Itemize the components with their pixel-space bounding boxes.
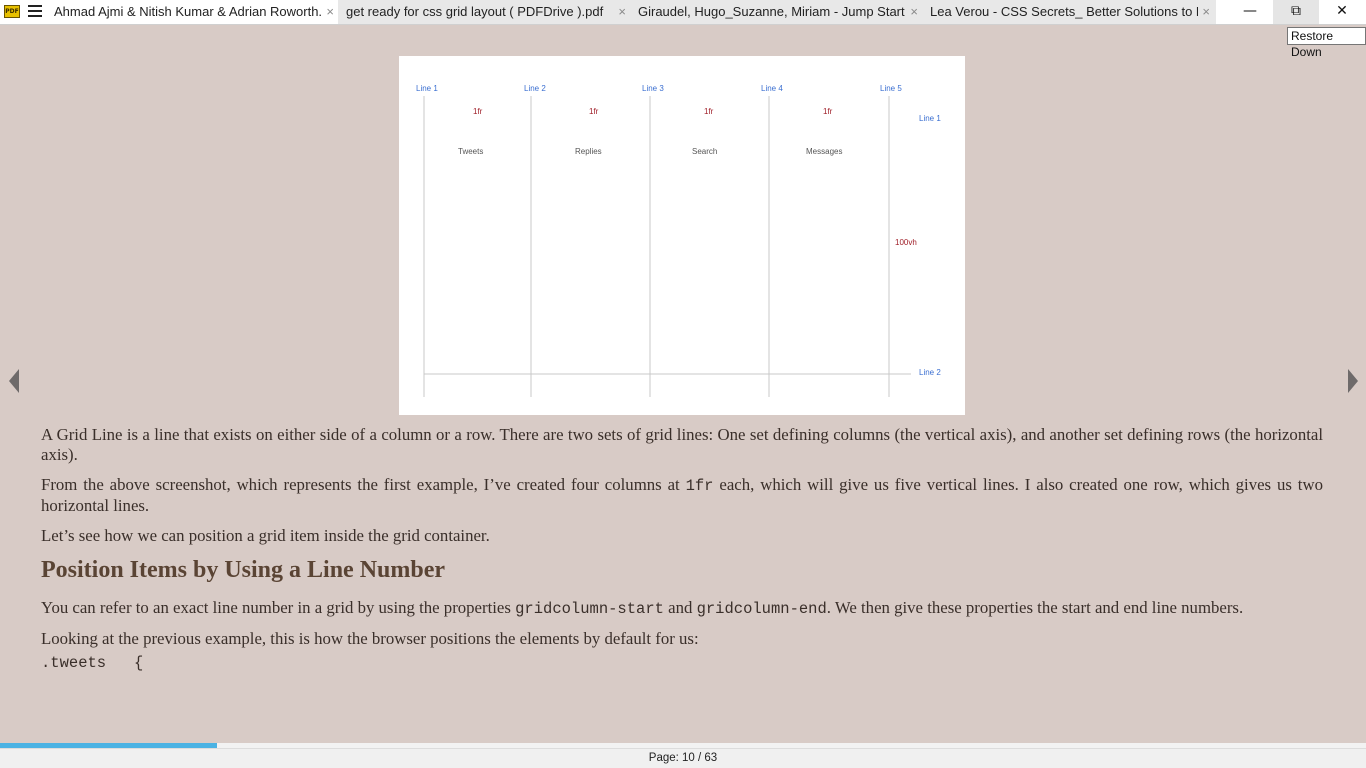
row-line-label: Line 2	[919, 368, 941, 377]
fr-size-label: 1fr	[823, 107, 833, 116]
restore-down-tooltip: Restore Down	[1287, 27, 1366, 59]
restore-down-button[interactable]: ⧉	[1273, 0, 1319, 24]
column-line-label: Line 3	[642, 84, 664, 93]
tab-label: Ahmad Ajmi & Nitish Kumar & Adrian Rowor…	[54, 4, 322, 19]
grid-item-label: Search	[692, 147, 717, 156]
previous-page-arrow-icon[interactable]	[7, 369, 21, 393]
inline-code-1fr: 1fr	[685, 477, 714, 495]
fr-size-label: 1fr	[589, 107, 599, 116]
status-bar: Page: 10 / 63	[0, 748, 1366, 768]
hamburger-menu-icon[interactable]	[28, 5, 42, 19]
paragraph-previous-example: Looking at the previous example, this is…	[41, 629, 699, 648]
tab-css-secrets[interactable]: Lea Verou - CSS Secrets_ Better Solution…	[922, 0, 1216, 24]
paragraph-grid-line-definition: A Grid Line is a line that exists on eit…	[41, 425, 1323, 464]
inline-code-gridcolumn-start: gridcolumn-start	[515, 600, 664, 618]
row-size-label: 100vh	[895, 238, 917, 247]
tab-label: Giraudel, Hugo_Suzanne, Miriam - Jump St…	[638, 4, 906, 19]
row-line-label: Line 1	[919, 114, 941, 123]
tab-close-icon[interactable]: ×	[618, 0, 626, 24]
tab-label: get ready for css grid layout ( PDFDrive…	[346, 4, 604, 19]
paragraph-screenshot-explanation: From the above screenshot, which represe…	[41, 475, 1323, 515]
paragraph-line-number: You can refer to an exact line number in…	[41, 598, 1244, 618]
tab-close-icon[interactable]: ×	[326, 0, 334, 24]
grid-item-label: Tweets	[458, 147, 483, 156]
tab-label: Lea Verou - CSS Secrets_ Better Solution…	[930, 4, 1198, 19]
fr-size-label: 1fr	[473, 107, 483, 116]
tab-bar: PDF Ahmad Ajmi & Nitish Kumar & Adrian R…	[0, 0, 1366, 25]
pdf-app-logo: PDF	[4, 5, 20, 18]
column-line-label: Line 5	[880, 84, 902, 93]
column-line-label: Line 2	[524, 84, 546, 93]
fr-size-label: 1fr	[704, 107, 714, 116]
code-block-line: .tweets {	[41, 654, 144, 672]
section-heading: Position Items by Using a Line Number	[41, 557, 446, 583]
page-indicator: Page: 10 / 63	[648, 752, 718, 764]
paragraph-position-intro: Let’s see how we can position a grid ite…	[41, 526, 490, 545]
grid-item-label: Messages	[806, 147, 842, 156]
grid-diagram: Line 1 Line 2 Line 3 Line 4 Line 5 1fr 1…	[416, 84, 941, 397]
tab-jump-start-sass[interactable]: Giraudel, Hugo_Suzanne, Miriam - Jump St…	[630, 0, 924, 24]
grid-item-label: Replies	[575, 147, 602, 156]
document-text: A Grid Line is a line that exists on eit…	[41, 425, 1323, 673]
tab-close-icon[interactable]: ×	[910, 0, 918, 24]
column-line-label: Line 1	[416, 84, 438, 93]
tab-close-icon[interactable]: ×	[1202, 0, 1210, 24]
column-line-label: Line 4	[761, 84, 783, 93]
next-page-arrow-icon[interactable]	[1346, 369, 1360, 393]
close-window-button[interactable]: ✕	[1319, 0, 1365, 24]
tab-ahmad-ajmi[interactable]: Ahmad Ajmi & Nitish Kumar & Adrian Rowor…	[46, 0, 340, 24]
tab-css-grid-layout[interactable]: get ready for css grid layout ( PDFDrive…	[338, 0, 632, 24]
minimize-button[interactable]: —	[1227, 0, 1273, 24]
grid-lines-figure: Line 1 Line 2 Line 3 Line 4 Line 5 1fr 1…	[399, 56, 965, 415]
inline-code-gridcolumn-end: gridcolumn-end	[696, 600, 827, 618]
